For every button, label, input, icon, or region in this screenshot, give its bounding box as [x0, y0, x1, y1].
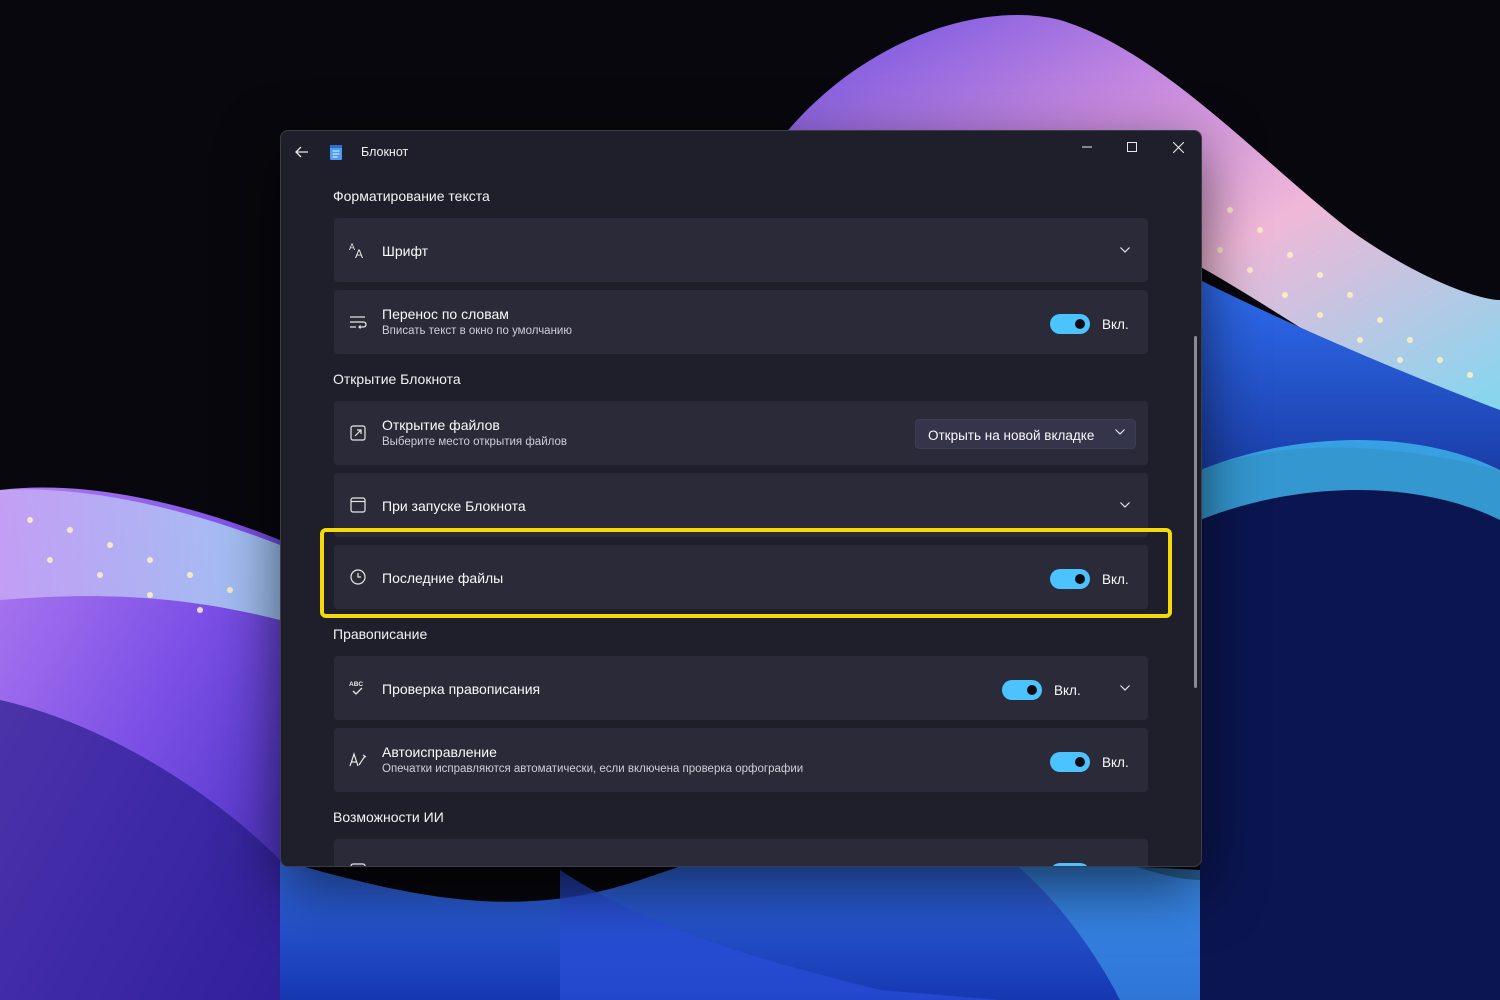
setting-recent-files: Последние файлы Вкл. [334, 545, 1148, 609]
close-icon [1172, 141, 1184, 153]
chevron-down-icon[interactable] [1118, 498, 1132, 512]
setting-label: Автоисправление [382, 744, 497, 760]
setting-spellcheck: ABC Проверка правописания Вкл. [334, 656, 1148, 720]
close-button[interactable] [1156, 133, 1200, 161]
ai-toggle[interactable] [1050, 863, 1090, 866]
section-title-opening: Открытие Блокнота [333, 371, 461, 387]
setting-description: Вписать текст в окно по умолчанию [382, 325, 572, 337]
svg-text:ABC: ABC [349, 681, 363, 688]
settings-content: Форматирование текста AA Шрифт Перенос п… [281, 173, 1201, 866]
setting-font[interactable]: AA Шрифт [334, 218, 1148, 282]
spellcheck-toggle[interactable] [1002, 680, 1042, 700]
font-icon: AA [348, 240, 368, 260]
chevron-down-icon[interactable] [1118, 681, 1132, 695]
setting-ai-partial [334, 839, 1148, 866]
title-bar: Блокнот [281, 131, 1201, 173]
setting-autocorrect: Автоисправление Опечатки исправляются ав… [334, 728, 1148, 792]
setting-word-wrap: Перенос по словам Вписать текст в окно п… [334, 290, 1148, 354]
setting-open-files: Открытие файлов Выберите место открытия … [334, 401, 1148, 465]
autocorrect-toggle[interactable] [1050, 752, 1090, 772]
spellcheck-icon: ABC [348, 678, 368, 698]
arrow-left-icon [295, 146, 308, 158]
toggle-knob [1027, 685, 1037, 695]
setting-label: Перенос по словам [382, 306, 509, 322]
toggle-knob [1075, 574, 1085, 584]
toggle-knob [1075, 757, 1085, 767]
scrollbar[interactable] [1194, 336, 1197, 688]
maximize-button[interactable] [1110, 133, 1154, 161]
window-title: Блокнот [361, 145, 409, 159]
notepad-icon [330, 145, 342, 160]
recent-files-toggle[interactable] [1050, 569, 1090, 589]
minimize-button[interactable] [1065, 133, 1109, 161]
ai-feature-icon [348, 861, 368, 866]
section-title-ai: Возможности ИИ [333, 809, 444, 825]
dropdown-selected-value: Открыть на новой вкладке [928, 428, 1095, 443]
back-button[interactable] [289, 139, 315, 165]
toggle-knob [1075, 319, 1085, 329]
minimize-icon [1082, 146, 1092, 148]
autocorrect-icon [348, 750, 368, 770]
toggle-state-text: Вкл. [1102, 755, 1129, 770]
settings-window: Блокнот Форматирование текста AA Шрифт П… [280, 130, 1202, 867]
setting-startup[interactable]: При запуске Блокнота [334, 473, 1148, 537]
toggle-state-text: Вкл. [1102, 317, 1129, 332]
word-wrap-toggle[interactable] [1050, 314, 1090, 334]
maximize-icon [1127, 142, 1137, 152]
window-icon [348, 495, 368, 515]
section-title-formatting: Форматирование текста [333, 188, 490, 204]
open-files-dropdown[interactable]: Открыть на новой вкладке [915, 419, 1136, 449]
setting-description: Выберите место открытия файлов [382, 436, 567, 448]
chevron-down-icon [1115, 429, 1125, 435]
word-wrap-icon [348, 312, 368, 332]
setting-label: При запуске Блокнота [382, 498, 526, 514]
setting-label: Последние файлы [382, 570, 504, 586]
toggle-state-text: Вкл. [1054, 683, 1081, 698]
svg-text:A: A [355, 247, 363, 259]
clock-icon [348, 567, 368, 587]
setting-label: Шрифт [382, 243, 429, 259]
toggle-state-text: Вкл. [1102, 572, 1129, 587]
setting-label: Открытие файлов [382, 417, 500, 433]
setting-description: Опечатки исправляются автоматически, есл… [382, 763, 804, 775]
chevron-down-icon[interactable] [1118, 243, 1132, 257]
section-title-spelling: Правописание [333, 626, 428, 642]
open-file-icon [348, 423, 368, 443]
setting-label: Проверка правописания [382, 681, 541, 697]
